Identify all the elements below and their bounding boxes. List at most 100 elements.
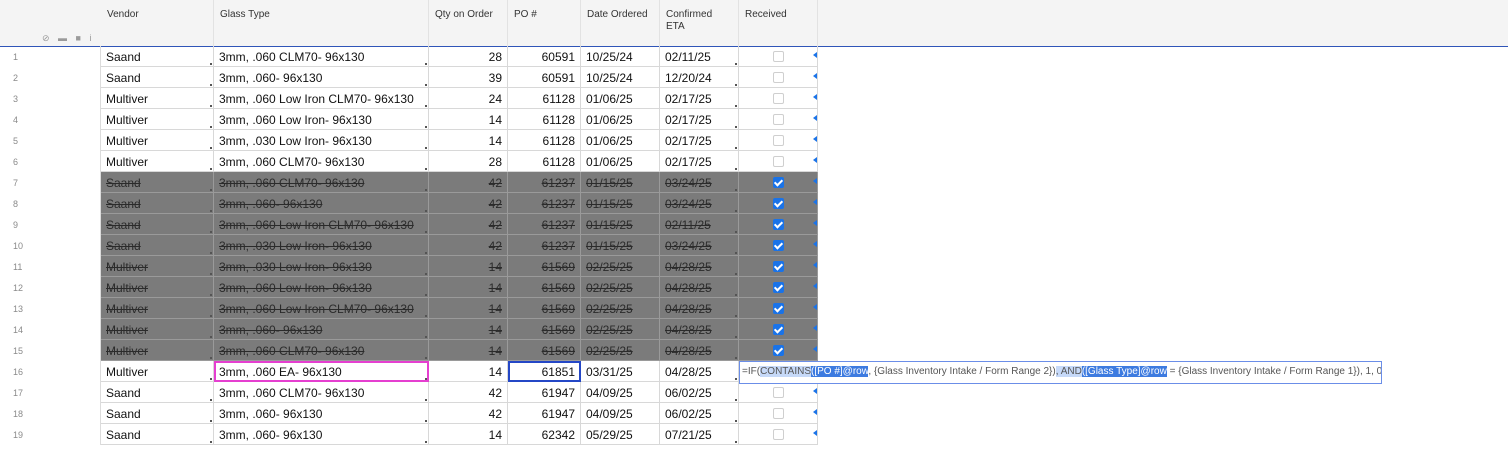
- column-header-date-ordered[interactable]: Date Ordered: [581, 0, 660, 46]
- cell-eta[interactable]: 04/28/25: [660, 319, 739, 340]
- cell-date-ordered[interactable]: 01/06/25: [581, 109, 660, 130]
- cell-vendor[interactable]: Multiver: [101, 88, 214, 109]
- cell-glass-type[interactable]: 3mm, .060 Low Iron CLM70- 96x130: [214, 88, 429, 109]
- cell-glass-type[interactable]: 3mm, .030 Low Iron- 96x130: [214, 130, 429, 151]
- row-number[interactable]: 6: [0, 151, 101, 172]
- received-checkbox[interactable]: [773, 282, 784, 293]
- cell-qty[interactable]: 14: [429, 361, 508, 382]
- cell-qty[interactable]: 39: [429, 67, 508, 88]
- formula-editor[interactable]: =IF(CONTAINS([PO #]@row, {Glass Inventor…: [739, 361, 1382, 384]
- cell-qty[interactable]: 42: [429, 214, 508, 235]
- cell-po[interactable]: 61128: [508, 130, 581, 151]
- cell-po[interactable]: 60591: [508, 46, 581, 67]
- received-checkbox[interactable]: [773, 345, 784, 356]
- cell-date-ordered[interactable]: 03/31/25: [581, 361, 660, 382]
- cell-vendor[interactable]: Saand: [101, 424, 214, 445]
- cell-qty[interactable]: 14: [429, 130, 508, 151]
- cell-glass-type[interactable]: 3mm, .060 EA- 96x130: [214, 361, 429, 382]
- cell-vendor[interactable]: Saand: [101, 403, 214, 424]
- received-checkbox[interactable]: [773, 261, 784, 272]
- row-number[interactable]: 10: [0, 235, 101, 256]
- cell-eta[interactable]: 02/17/25: [660, 151, 739, 172]
- cell-date-ordered[interactable]: 10/25/24: [581, 46, 660, 67]
- cell-vendor[interactable]: Multiver: [101, 319, 214, 340]
- cell-eta[interactable]: 04/28/25: [660, 256, 739, 277]
- cell-po[interactable]: 61237: [508, 172, 581, 193]
- cell-date-ordered[interactable]: 02/25/25: [581, 277, 660, 298]
- cell-glass-type[interactable]: 3mm, .060 Low Iron- 96x130: [214, 109, 429, 130]
- cell-glass-type[interactable]: 3mm, .060 CLM70- 96x130: [214, 172, 429, 193]
- cell-eta[interactable]: 06/02/25: [660, 403, 739, 424]
- row-number[interactable]: 17: [0, 382, 101, 403]
- cell-date-ordered[interactable]: 02/25/25: [581, 319, 660, 340]
- cell-po[interactable]: 61851: [508, 361, 581, 382]
- cell-date-ordered[interactable]: 01/15/25: [581, 214, 660, 235]
- cell-eta[interactable]: 07/21/25: [660, 424, 739, 445]
- cell-eta[interactable]: 04/28/25: [660, 277, 739, 298]
- column-header-vendor[interactable]: Vendor: [101, 0, 214, 46]
- cell-date-ordered[interactable]: 05/29/25: [581, 424, 660, 445]
- cell-po[interactable]: 61128: [508, 151, 581, 172]
- cell-qty[interactable]: 42: [429, 172, 508, 193]
- cell-glass-type[interactable]: 3mm, .060 Low Iron CLM70- 96x130: [214, 298, 429, 319]
- cell-qty[interactable]: 14: [429, 340, 508, 361]
- received-checkbox[interactable]: [773, 93, 784, 104]
- received-checkbox[interactable]: [773, 219, 784, 230]
- cell-eta[interactable]: 02/11/25: [660, 214, 739, 235]
- column-header-glass-type[interactable]: Glass Type: [214, 0, 429, 46]
- row-number[interactable]: 14: [0, 319, 101, 340]
- cell-qty[interactable]: 42: [429, 193, 508, 214]
- received-checkbox[interactable]: [773, 387, 784, 398]
- cell-vendor[interactable]: Multiver: [101, 130, 214, 151]
- cell-vendor[interactable]: Saand: [101, 235, 214, 256]
- cell-date-ordered[interactable]: 01/06/25: [581, 88, 660, 109]
- cell-glass-type[interactable]: 3mm, .060- 96x130: [214, 67, 429, 88]
- cell-qty[interactable]: 24: [429, 88, 508, 109]
- received-checkbox[interactable]: [773, 324, 784, 335]
- row-number[interactable]: 4: [0, 109, 101, 130]
- cell-date-ordered[interactable]: 01/15/25: [581, 172, 660, 193]
- row-number[interactable]: 1: [0, 46, 101, 67]
- cell-vendor[interactable]: Multiver: [101, 151, 214, 172]
- row-number[interactable]: 9: [0, 214, 101, 235]
- cell-glass-type[interactable]: 3mm, .030 Low Iron- 96x130: [214, 256, 429, 277]
- cell-qty[interactable]: 42: [429, 382, 508, 403]
- received-checkbox[interactable]: [773, 51, 784, 62]
- received-checkbox[interactable]: [773, 240, 784, 251]
- row-number[interactable]: 7: [0, 172, 101, 193]
- cell-vendor[interactable]: Multiver: [101, 256, 214, 277]
- row-number[interactable]: 18: [0, 403, 101, 424]
- column-header-eta[interactable]: Confirmed ETA: [660, 0, 739, 46]
- cell-glass-type[interactable]: 3mm, .060- 96x130: [214, 319, 429, 340]
- cell-qty[interactable]: 14: [429, 109, 508, 130]
- cell-po[interactable]: 61947: [508, 403, 581, 424]
- received-checkbox[interactable]: [773, 156, 784, 167]
- row-number[interactable]: 15: [0, 340, 101, 361]
- cell-date-ordered[interactable]: 04/09/25: [581, 403, 660, 424]
- cell-po[interactable]: 61947: [508, 382, 581, 403]
- cell-glass-type[interactable]: 3mm, .060- 96x130: [214, 403, 429, 424]
- cell-po[interactable]: 61128: [508, 88, 581, 109]
- received-checkbox[interactable]: [773, 303, 784, 314]
- cell-po[interactable]: 62342: [508, 424, 581, 445]
- cell-qty[interactable]: 42: [429, 235, 508, 256]
- row-number[interactable]: 11: [0, 256, 101, 277]
- received-checkbox[interactable]: [773, 408, 784, 419]
- cell-glass-type[interactable]: 3mm, .060- 96x130: [214, 424, 429, 445]
- column-header-qty[interactable]: Qty on Order: [429, 0, 508, 46]
- cell-eta[interactable]: 03/24/25: [660, 193, 739, 214]
- cell-glass-type[interactable]: 3mm, .060 CLM70- 96x130: [214, 340, 429, 361]
- cell-glass-type[interactable]: 3mm, .030 Low Iron- 96x130: [214, 235, 429, 256]
- cell-vendor[interactable]: Saand: [101, 172, 214, 193]
- cell-eta[interactable]: 03/24/25: [660, 235, 739, 256]
- cell-vendor[interactable]: Saand: [101, 46, 214, 67]
- cell-vendor[interactable]: Multiver: [101, 298, 214, 319]
- cell-glass-type[interactable]: 3mm, .060 CLM70- 96x130: [214, 382, 429, 403]
- row-number[interactable]: 3: [0, 88, 101, 109]
- cell-vendor[interactable]: Saand: [101, 382, 214, 403]
- cell-eta[interactable]: 02/17/25: [660, 109, 739, 130]
- row-number[interactable]: 12: [0, 277, 101, 298]
- cell-date-ordered[interactable]: 01/06/25: [581, 151, 660, 172]
- cell-vendor[interactable]: Saand: [101, 193, 214, 214]
- cell-eta[interactable]: 06/02/25: [660, 382, 739, 403]
